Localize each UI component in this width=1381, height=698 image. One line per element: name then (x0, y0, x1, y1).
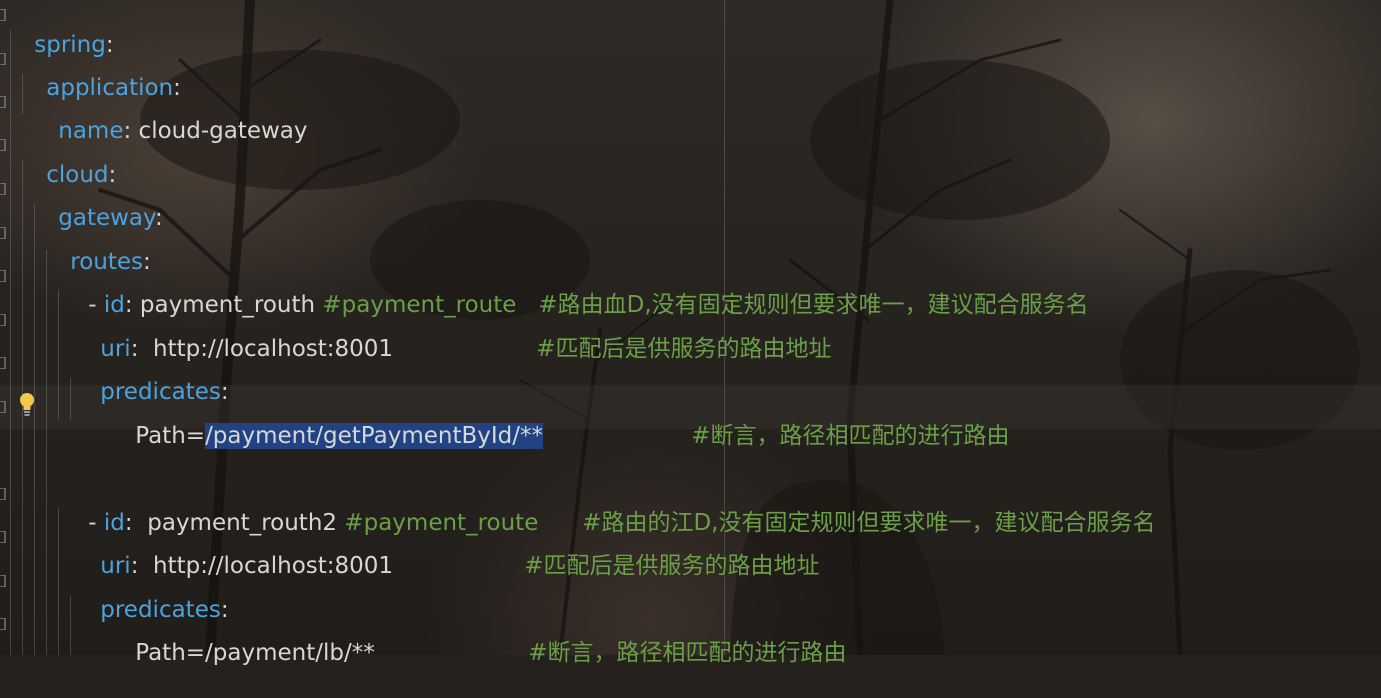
code-comment-route1-path: #断言，路径相匹配的进行路由 (662, 391, 1009, 449)
yaml-value: Path=/payment/lb/** (135, 640, 375, 666)
lightbulb-icon[interactable] (17, 391, 37, 417)
code-line-routes[interactable]: routes: (41, 217, 151, 275)
indent-guide (10, 30, 11, 655)
yaml-comment: #匹配后是供服务的路由地址 (524, 553, 820, 579)
fold-marker-icon[interactable] (0, 575, 6, 587)
fold-marker-icon[interactable] (0, 618, 6, 630)
yaml-value: cloud-gateway (131, 118, 308, 144)
fold-marker-icon[interactable] (0, 183, 6, 195)
code-line-route1-uri[interactable]: uri: http://localhost:8001 (71, 304, 393, 362)
code-line-route1-predicates[interactable]: predicates: (71, 347, 228, 405)
code-line-route2-path[interactable]: Path=/payment/lb/** (106, 608, 375, 666)
yaml-comment: #断言，路径相匹配的进行路由 (691, 423, 1010, 449)
code-comment-route1-uri: #匹配后是供服务的路由地址 (507, 304, 831, 362)
code-line-cloud[interactable]: cloud: (17, 130, 116, 188)
selected-text[interactable]: /payment/getPaymentById/** (205, 423, 543, 449)
yaml-colon: : (154, 205, 163, 231)
code-line-application[interactable]: application: (17, 43, 181, 101)
code-line-gateway[interactable]: gateway: (29, 173, 162, 231)
fold-marker-icon[interactable] (0, 139, 6, 151)
fold-marker-icon[interactable] (0, 357, 6, 369)
code-line-name[interactable]: name: cloud-gateway (29, 86, 307, 144)
code-line-route2-predicates[interactable]: predicates: (71, 565, 228, 623)
fold-marker-icon[interactable] (0, 96, 6, 108)
code-line-route2-id[interactable]: - id: payment_routh2 #payment_route #路由的… (59, 478, 1155, 536)
code-comment-route2-uri: #匹配后是供服务的路由地址 (495, 521, 819, 579)
indent-guide (34, 204, 35, 655)
fold-marker-icon[interactable] (0, 314, 6, 326)
fold-marker-icon[interactable] (0, 227, 6, 239)
fold-marker-icon[interactable] (0, 488, 6, 500)
yaml-comment: #断言，路径相匹配的进行路由 (528, 640, 847, 666)
indent-guide (46, 250, 47, 655)
code-line-spring[interactable]: spring: (5, 0, 113, 58)
fold-marker-icon[interactable] (0, 531, 6, 543)
yaml-value: Path= (135, 423, 206, 449)
code-line-route1-path[interactable]: Path=/payment/getPaymentById/** (106, 391, 543, 449)
code-editor[interactable]: spring: application: name: cloud-gateway… (0, 0, 1381, 666)
code-comment-route2-path: #断言，路径相匹配的进行路由 (499, 608, 846, 666)
code-line-route1-id[interactable]: - id: payment_routh #payment_route #路由血D… (59, 260, 1088, 318)
fold-marker-icon[interactable] (0, 270, 6, 282)
fold-marker-icon[interactable] (0, 401, 6, 413)
yaml-comment: #匹配后是供服务的路由地址 (536, 336, 832, 362)
code-line-route2-uri[interactable]: uri: http://localhost:8001 (71, 521, 393, 579)
